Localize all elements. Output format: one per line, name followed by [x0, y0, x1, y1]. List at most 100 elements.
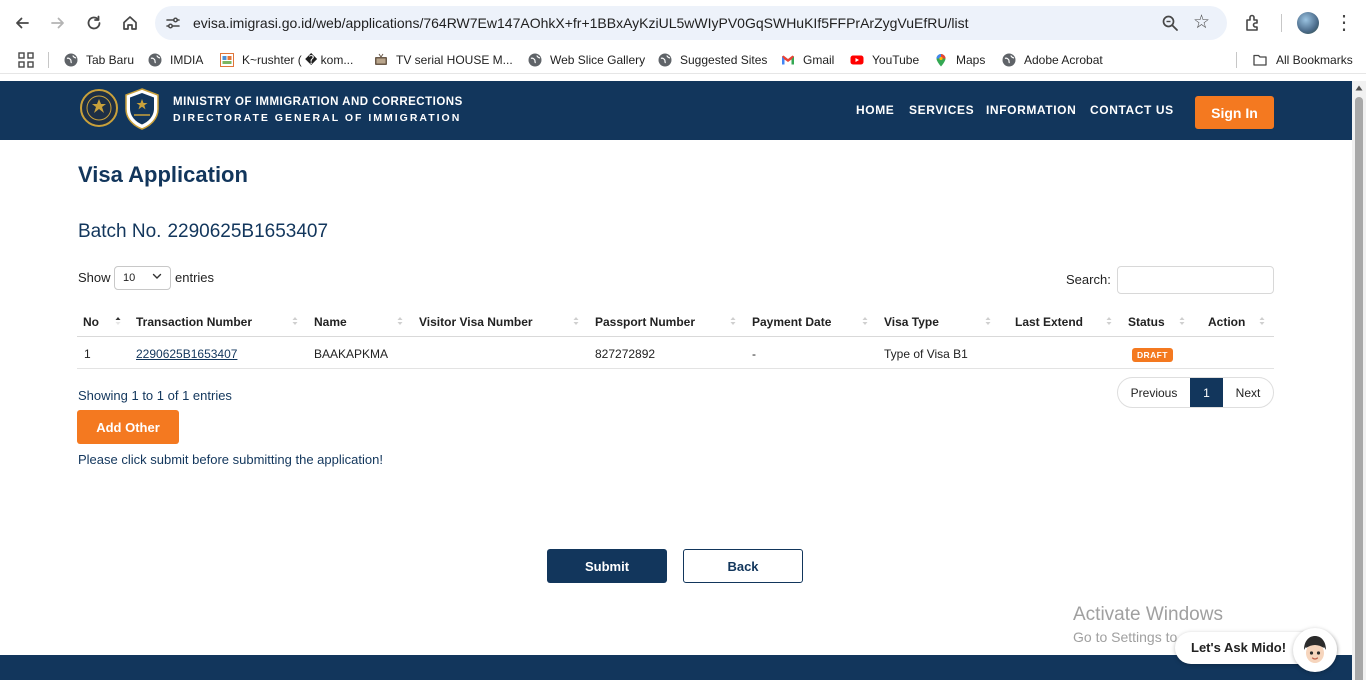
- page-scrollbar[interactable]: [1352, 81, 1366, 680]
- globe-icon: [658, 53, 672, 67]
- bookmark-item[interactable]: IMDIA: [148, 51, 203, 69]
- sort-icon[interactable]: [862, 316, 868, 326]
- org-subname: DIRECTORATE GENERAL OF IMMIGRATION: [173, 112, 462, 124]
- bookmark-item[interactable]: Tab Baru: [64, 51, 134, 69]
- cell-payment-date: -: [752, 347, 756, 361]
- page-length-value: 10: [123, 272, 136, 284]
- search-label: Search:: [1066, 272, 1111, 287]
- sort-icon[interactable]: [1179, 316, 1185, 326]
- browser-toolbar: evisa.imigrasi.go.id/web/applications/76…: [0, 0, 1366, 46]
- maps-pin-icon: [936, 54, 946, 67]
- column-header-name[interactable]: Name: [314, 315, 347, 329]
- home-icon[interactable]: [118, 11, 142, 35]
- nav-services[interactable]: SERVICES: [909, 103, 974, 117]
- applications-table: No Transaction Number Name Visitor Visa …: [77, 306, 1274, 369]
- globe-icon: [528, 53, 542, 67]
- submit-button[interactable]: Submit: [547, 549, 667, 583]
- batch-number: 2290625B1653407: [167, 221, 329, 242]
- address-bar[interactable]: evisa.imigrasi.go.id/web/applications/76…: [155, 6, 1227, 40]
- bookmarks-divider: [48, 52, 49, 68]
- bookmark-item[interactable]: YouTube: [850, 51, 919, 69]
- bookmark-item[interactable]: Suggested Sites: [658, 51, 767, 69]
- page-length-select[interactable]: 10: [114, 266, 171, 290]
- bookmark-item[interactable]: Maps: [934, 51, 985, 69]
- profile-avatar[interactable]: [1297, 12, 1319, 34]
- submit-note: Please click submit before submitting th…: [78, 452, 383, 467]
- column-header-payment-date[interactable]: Payment Date: [752, 315, 831, 329]
- sort-icon[interactable]: [1259, 316, 1265, 326]
- table-row: 1 2290625B1653407 BAAKAPKMA 827272892 - …: [77, 337, 1274, 369]
- site-footer: [0, 655, 1352, 680]
- sort-icon[interactable]: [397, 316, 403, 326]
- back-arrow-icon[interactable]: [10, 11, 34, 35]
- zoom-icon[interactable]: [1161, 14, 1179, 32]
- sort-icon[interactable]: [292, 316, 298, 326]
- all-bookmarks-button[interactable]: All Bookmarks: [1252, 51, 1353, 69]
- cell-name: BAAKAPKMA: [314, 347, 389, 361]
- table-info: Showing 1 to 1 of 1 entries: [78, 388, 232, 403]
- apps-grid-icon[interactable]: [18, 52, 34, 68]
- back-button[interactable]: Back: [683, 549, 803, 583]
- status-badge: DRAFT: [1132, 348, 1173, 362]
- next-page-button[interactable]: Next: [1223, 378, 1273, 407]
- sort-asc-icon[interactable]: [115, 316, 121, 326]
- bookmark-item[interactable]: K~rushter ( � kom...: [220, 51, 353, 69]
- site-info-icon[interactable]: [165, 15, 181, 31]
- sort-icon[interactable]: [985, 316, 991, 326]
- column-header-passport-number[interactable]: Passport Number: [595, 315, 695, 329]
- chatbot-avatar-icon[interactable]: [1293, 628, 1337, 672]
- transaction-number-link[interactable]: 2290625B1653407: [136, 347, 237, 361]
- bookmarks-divider: [1236, 52, 1237, 68]
- pagination: Previous 1 Next: [1117, 377, 1274, 408]
- nav-contact-us[interactable]: CONTACT US: [1090, 103, 1174, 117]
- batch-heading: Batch No. 2290625B1653407: [78, 221, 328, 243]
- extensions-icon[interactable]: [1243, 12, 1265, 34]
- nav-home[interactable]: HOME: [856, 103, 894, 117]
- cell-passport-number: 827272892: [595, 347, 656, 361]
- immigration-shield-logo[interactable]: [124, 88, 160, 130]
- sort-icon[interactable]: [1106, 316, 1112, 326]
- url-text[interactable]: evisa.imigrasi.go.id/web/applications/76…: [193, 15, 969, 31]
- chat-widget-button[interactable]: Let's Ask Mido!: [1175, 628, 1337, 672]
- tv-icon: [375, 53, 387, 65]
- column-header-status[interactable]: Status: [1128, 315, 1165, 329]
- scrollbar-thumb[interactable]: [1355, 97, 1363, 680]
- page-title: Visa Application: [78, 162, 248, 187]
- bookmarks-bar: Tab Baru IMDIA K~rushter ( � kom... TV s…: [0, 46, 1366, 74]
- sort-icon[interactable]: [573, 316, 579, 326]
- table-header: No Transaction Number Name Visitor Visa …: [77, 306, 1274, 337]
- gmail-icon: [782, 55, 794, 65]
- activate-windows-title: Activate Windows: [1073, 604, 1223, 625]
- bookmark-item[interactable]: Gmail: [781, 51, 834, 69]
- column-header-visa-type[interactable]: Visa Type: [884, 315, 939, 329]
- bookmark-item[interactable]: Adobe Acrobat: [1002, 51, 1103, 69]
- bookmark-item[interactable]: TV serial HOUSE M...: [374, 51, 513, 69]
- sort-icon[interactable]: [730, 316, 736, 326]
- bookmark-item[interactable]: Web Slice Gallery: [528, 51, 645, 69]
- previous-page-button[interactable]: Previous: [1118, 378, 1190, 407]
- show-label: Show: [78, 270, 111, 285]
- column-header-no[interactable]: No: [83, 315, 99, 329]
- sign-in-button[interactable]: Sign In: [1195, 96, 1274, 129]
- column-header-action[interactable]: Action: [1208, 315, 1245, 329]
- column-header-visitor-visa-number[interactable]: Visitor Visa Number: [419, 315, 533, 329]
- entries-label: entries: [175, 270, 215, 285]
- youtube-icon: [850, 55, 864, 65]
- site-header: MINISTRY OF IMMIGRATION AND CORRECTIONS …: [0, 81, 1352, 140]
- globe-icon: [1002, 53, 1016, 67]
- bookmark-star-icon[interactable]: ☆: [1193, 11, 1210, 34]
- folder-icon: [1253, 54, 1267, 66]
- column-header-last-extend[interactable]: Last Extend: [1015, 315, 1083, 329]
- add-other-button[interactable]: Add Other: [77, 410, 179, 444]
- garuda-emblem-logo[interactable]: [80, 89, 118, 127]
- page-1-button[interactable]: 1: [1190, 378, 1223, 407]
- search-input[interactable]: [1117, 266, 1274, 294]
- scroll-up-icon[interactable]: [1355, 85, 1363, 91]
- reload-icon[interactable]: [82, 11, 106, 35]
- toolbar-divider: [1281, 14, 1282, 32]
- more-menu-icon[interactable]: ⋮: [1334, 11, 1354, 35]
- batch-label: Batch No.: [78, 221, 162, 242]
- nav-information[interactable]: INFORMATION: [986, 103, 1076, 117]
- forward-arrow-icon[interactable]: [46, 11, 70, 35]
- column-header-transaction-number[interactable]: Transaction Number: [136, 315, 252, 329]
